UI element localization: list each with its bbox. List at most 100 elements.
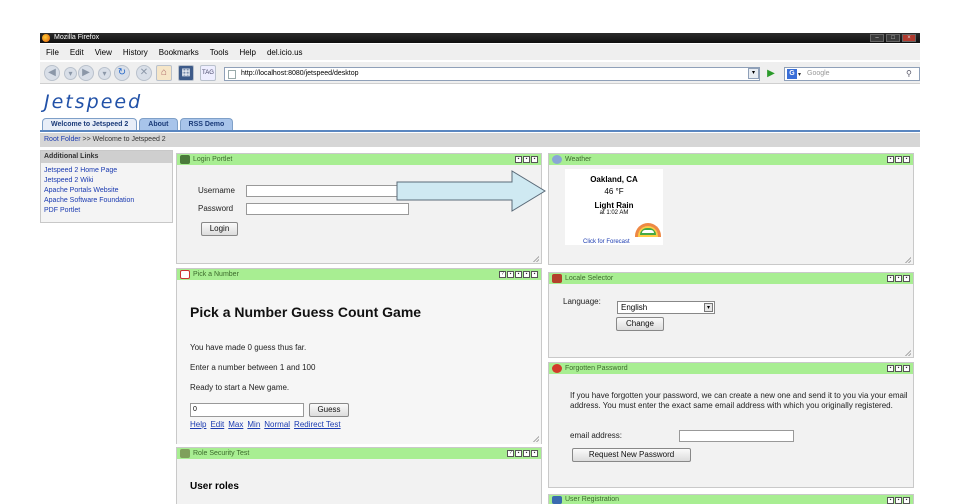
breadcrumb-root-link[interactable]: Root Folder — [44, 136, 81, 143]
back-icon[interactable]: ◀ — [44, 65, 60, 81]
tab-about[interactable]: About — [139, 118, 178, 130]
menu-delicious[interactable]: del.icio.us — [267, 48, 303, 57]
close-icon[interactable]: ▪ — [531, 271, 538, 278]
guess-input[interactable]: 0 — [190, 403, 304, 417]
google-icon[interactable]: G — [787, 69, 797, 79]
portlet-header: Role Security Test ? ▪ ▪ ▪ — [177, 448, 541, 459]
help-icon[interactable]: ? — [499, 271, 506, 278]
forgotten-password-portlet: Forgotten Password ▪ ▪ ▪ If you have for… — [548, 362, 914, 488]
annotation-arrow-icon — [396, 170, 546, 212]
search-box[interactable]: G ▾ Google — [784, 67, 920, 81]
pick-a-number-portlet: Pick a Number ? ▪ ▪ ▪ ▪ Pick a Number Gu… — [176, 268, 542, 444]
max-link[interactable]: Max — [228, 420, 243, 429]
login-portlet-icon — [180, 155, 190, 164]
minimize-icon[interactable]: ▪ — [887, 497, 894, 504]
maximize-icon[interactable]: ▪ — [895, 275, 902, 282]
minimize-icon[interactable]: ▪ — [887, 275, 894, 282]
game-heading: Pick a Number Guess Count Game — [190, 304, 422, 320]
search-engine-dropdown-icon[interactable]: ▾ — [798, 69, 801, 81]
forward-icon[interactable]: ▶ — [78, 65, 94, 81]
maximize-icon[interactable]: ▪ — [523, 271, 530, 278]
resize-handle[interactable] — [905, 257, 911, 263]
menu-history[interactable]: History — [123, 48, 148, 57]
stop-icon[interactable]: ✕ — [136, 65, 152, 81]
maximize-icon[interactable]: ▪ — [523, 156, 530, 163]
language-label: Language: — [563, 297, 601, 306]
close-icon[interactable]: ▪ — [903, 275, 910, 282]
reload-icon[interactable]: ↻ — [114, 65, 130, 81]
maximize-icon[interactable]: ▪ — [895, 497, 902, 504]
maximize-icon[interactable]: ▪ — [895, 156, 902, 163]
sidebar-link-wiki[interactable]: Jetspeed 2 Wiki — [41, 176, 172, 186]
search-icon[interactable]: ⚲ — [906, 69, 918, 79]
request-new-password-button[interactable]: Request New Password — [572, 448, 691, 462]
min-link[interactable]: Min — [247, 420, 260, 429]
url-bar[interactable]: http://localhost:8080/jetspeed/desktop — [224, 67, 760, 81]
menu-help[interactable]: Help — [239, 48, 255, 57]
menu-tools[interactable]: Tools — [210, 48, 229, 57]
minimize-icon[interactable]: ▪ — [515, 156, 522, 163]
resize-handle[interactable] — [905, 350, 911, 356]
normal-link[interactable]: Normal — [264, 420, 290, 429]
forecast-link[interactable]: Click for Forecast — [583, 239, 630, 245]
change-button[interactable]: Change — [616, 317, 664, 331]
breadcrumb-current: Welcome to Jetspeed 2 — [92, 136, 166, 143]
portlet-header: Locale Selector ▪ ▪ ▪ — [549, 273, 913, 284]
minimize-icon[interactable]: ▪ — [515, 450, 522, 457]
home-icon[interactable]: ⌂ — [156, 65, 172, 81]
user-registration-portlet: User Registration ▪ ▪ ▪ — [548, 494, 914, 504]
sidebar-link-asf[interactable]: Apache Software Foundation — [41, 196, 172, 206]
login-button[interactable]: Login — [201, 222, 238, 236]
dropdown-icon[interactable]: ▾ — [64, 67, 77, 80]
maximize-icon[interactable]: ▪ — [523, 450, 530, 457]
weather-card[interactable]: Oakland, CA 46 °F Light Rain at 1:02 AM … — [565, 169, 663, 245]
sidebar-link-portals[interactable]: Apache Portals Website — [41, 186, 172, 196]
close-icon[interactable]: ▪ — [531, 450, 538, 457]
menu-edit[interactable]: Edit — [70, 48, 84, 57]
email-input[interactable] — [679, 430, 794, 442]
maximize-button[interactable]: □ — [886, 34, 900, 42]
minimize-button[interactable]: – — [870, 34, 884, 42]
language-select[interactable]: English ▾ — [617, 301, 715, 314]
chevron-down-icon[interactable]: ▾ — [704, 303, 713, 312]
password-input[interactable] — [246, 203, 409, 215]
url-text: http://localhost:8080/jetspeed/desktop — [241, 70, 359, 77]
tab-rss-demo[interactable]: RSS Demo — [179, 118, 234, 130]
close-icon[interactable]: ▪ — [531, 156, 538, 163]
portlet-header: Forgotten Password ▪ ▪ ▪ — [549, 363, 913, 374]
menu-file[interactable]: File — [46, 48, 59, 57]
forgot-password-icon — [552, 364, 562, 373]
edit-link[interactable]: Edit — [210, 420, 224, 429]
sidebar-link-pdf[interactable]: PDF Portlet — [41, 206, 172, 216]
password-label: Password — [198, 204, 234, 213]
close-icon[interactable]: ▪ — [903, 365, 910, 372]
resize-handle[interactable] — [533, 256, 539, 262]
weather-time: at 1:02 AM — [599, 210, 629, 216]
redirect-test-link[interactable]: Redirect Test — [294, 420, 341, 429]
minimize-icon[interactable]: ▪ — [515, 271, 522, 278]
minimize-icon[interactable]: ▪ — [887, 365, 894, 372]
instruction-text: Enter a number between 1 and 100 — [190, 363, 316, 372]
close-button[interactable]: × — [902, 34, 916, 42]
bookmark-toolbar-icon[interactable]: ▦ — [178, 65, 194, 81]
dropdown-icon[interactable]: ▾ — [98, 67, 111, 80]
tag-icon[interactable]: TAG — [200, 65, 216, 81]
maximize-icon[interactable]: ▪ — [895, 365, 902, 372]
resize-handle[interactable] — [533, 436, 539, 442]
edit-icon[interactable]: ▪ — [507, 271, 514, 278]
help-link[interactable]: Help — [190, 420, 206, 429]
go-icon[interactable]: ▶ — [764, 67, 778, 80]
menu-view[interactable]: View — [95, 48, 112, 57]
rainbow-icon — [635, 223, 661, 237]
window-titlebar[interactable]: Mozilla Firefox – □ × — [40, 33, 920, 43]
help-icon[interactable]: ? — [507, 450, 514, 457]
minimize-icon[interactable]: ▪ — [887, 156, 894, 163]
menu-bookmarks[interactable]: Bookmarks — [159, 48, 199, 57]
close-icon[interactable]: ▪ — [903, 156, 910, 163]
url-dropdown-icon[interactable]: ▾ — [748, 68, 759, 79]
tab-welcome[interactable]: Welcome to Jetspeed 2 — [42, 118, 138, 130]
guess-button[interactable]: Guess — [309, 403, 349, 417]
username-input[interactable] — [246, 185, 409, 197]
sidebar-link-home[interactable]: Jetspeed 2 Home Page — [41, 166, 172, 176]
close-icon[interactable]: ▪ — [903, 497, 910, 504]
